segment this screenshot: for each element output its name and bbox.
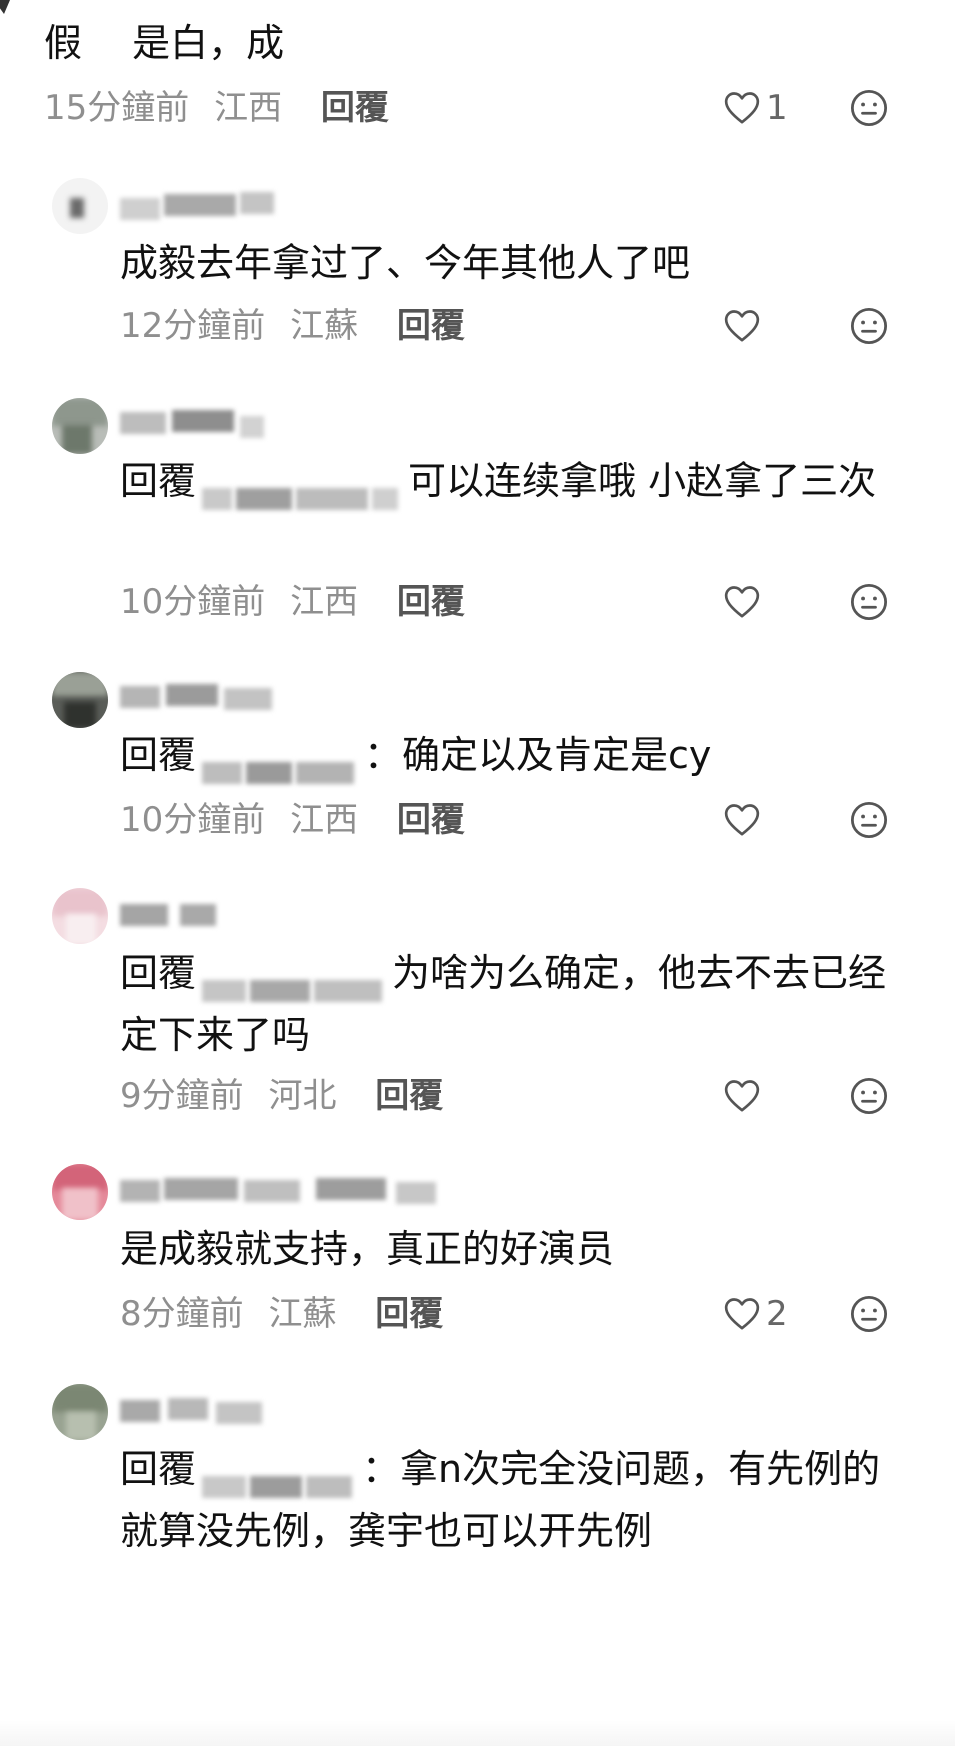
avatar[interactable] xyxy=(52,1164,108,1220)
comment-body: ：确定以及肯定是cy xyxy=(364,733,712,777)
reply-button[interactable]: 回覆 xyxy=(375,1294,443,1334)
heart-outline-icon xyxy=(724,804,760,836)
reply-button[interactable]: 回覆 xyxy=(321,88,389,128)
neutral-face-icon xyxy=(850,89,888,127)
dislike-button[interactable] xyxy=(848,1290,890,1338)
like-button[interactable] xyxy=(722,1072,762,1120)
heart-outline-icon xyxy=(724,586,760,618)
comment-text: 成毅去年拿过了、今年其他人了吧 xyxy=(120,241,691,285)
comment-meta: 8分鐘前 江蘇 回覆 xyxy=(120,1290,443,1338)
comment-meta: 12分鐘前 江蘇 回覆 xyxy=(120,302,465,350)
neutral-face-icon xyxy=(850,1295,888,1333)
comment-time: 10分鐘前 xyxy=(120,800,266,840)
top-edge-mark xyxy=(0,0,10,14)
dislike-button[interactable] xyxy=(848,796,890,844)
comment-location: 江蘇 xyxy=(290,306,359,346)
mention-redacted[interactable] xyxy=(202,466,402,510)
comment-meta: 10分鐘前 江西 回覆 xyxy=(120,796,465,844)
comment-location: 江蘇 xyxy=(268,1294,337,1334)
like-count: 2 xyxy=(766,1294,788,1334)
comment-meta: 9分鐘前 河北 回覆 xyxy=(120,1072,443,1120)
comment-location: 河北 xyxy=(268,1076,337,1116)
reply-button[interactable]: 回覆 xyxy=(397,800,465,840)
comment-location: 江西 xyxy=(290,800,359,840)
neutral-face-icon xyxy=(850,583,888,621)
heart-outline-icon xyxy=(724,310,760,342)
avatar[interactable] xyxy=(52,672,108,728)
avatar[interactable] xyxy=(52,1384,108,1440)
comment-location: 江西 xyxy=(214,88,283,128)
dislike-button[interactable] xyxy=(848,84,890,132)
mention-redacted[interactable] xyxy=(202,958,386,1002)
reply-button[interactable]: 回覆 xyxy=(397,582,465,622)
avatar[interactable] xyxy=(52,888,108,944)
comment-time: 15分鐘前 xyxy=(44,88,190,128)
comment-text: 回覆 ：确定以及肯定是cy xyxy=(120,724,900,786)
comment-text: 回覆 ：拿n次完全没问题，有先例的 就算没先例，龚宇也可以开先例 xyxy=(120,1438,900,1562)
neutral-face-icon xyxy=(850,801,888,839)
dislike-button[interactable] xyxy=(848,578,890,626)
avatar[interactable] xyxy=(52,398,108,454)
comment-text: 假 是白，成 xyxy=(44,21,285,65)
neutral-face-icon xyxy=(850,307,888,345)
like-button[interactable] xyxy=(722,302,762,350)
mention-redacted[interactable] xyxy=(202,1454,356,1498)
comment-time: 12分鐘前 xyxy=(120,306,266,346)
comment-time: 9分鐘前 xyxy=(120,1076,244,1116)
heart-outline-icon xyxy=(724,92,760,124)
like-button[interactable]: 2 xyxy=(722,1290,788,1338)
comment-meta: 15分鐘前 江西 回覆 xyxy=(44,84,389,132)
avatar[interactable] xyxy=(52,178,108,234)
bottom-fade xyxy=(0,1720,955,1746)
dislike-button[interactable] xyxy=(848,302,890,350)
comment-text: 回覆 可以连续拿哦 小赵拿了三次 xyxy=(120,450,900,512)
reply-prefix: 回覆 xyxy=(120,733,197,777)
reply-prefix: 回覆 xyxy=(120,1447,197,1491)
neutral-face-icon xyxy=(850,1077,888,1115)
heart-outline-icon xyxy=(724,1080,760,1112)
comment-text: 是成毅就支持，真正的好演员 xyxy=(120,1227,615,1271)
heart-outline-icon xyxy=(724,1298,760,1330)
like-count: 1 xyxy=(766,88,788,128)
like-button[interactable]: 1 xyxy=(722,84,788,132)
comment-time: 8分鐘前 xyxy=(120,1294,244,1334)
comment-location: 江西 xyxy=(290,582,359,622)
comment-meta: 10分鐘前 江西 回覆 xyxy=(120,578,465,626)
mention-redacted[interactable] xyxy=(202,740,358,784)
reply-prefix: 回覆 xyxy=(120,459,197,503)
like-button[interactable] xyxy=(722,796,762,844)
comment-time: 10分鐘前 xyxy=(120,582,266,622)
dislike-button[interactable] xyxy=(848,1072,890,1120)
comment-text: 回覆 为啥为么确定，他去不去已经定下来了吗 xyxy=(120,942,900,1066)
like-button[interactable] xyxy=(722,578,762,626)
comment-body: 可以连续拿哦 小赵拿了三次 xyxy=(408,459,877,503)
reply-button[interactable]: 回覆 xyxy=(397,306,465,346)
reply-prefix: 回覆 xyxy=(120,951,197,995)
reply-button[interactable]: 回覆 xyxy=(375,1076,443,1116)
